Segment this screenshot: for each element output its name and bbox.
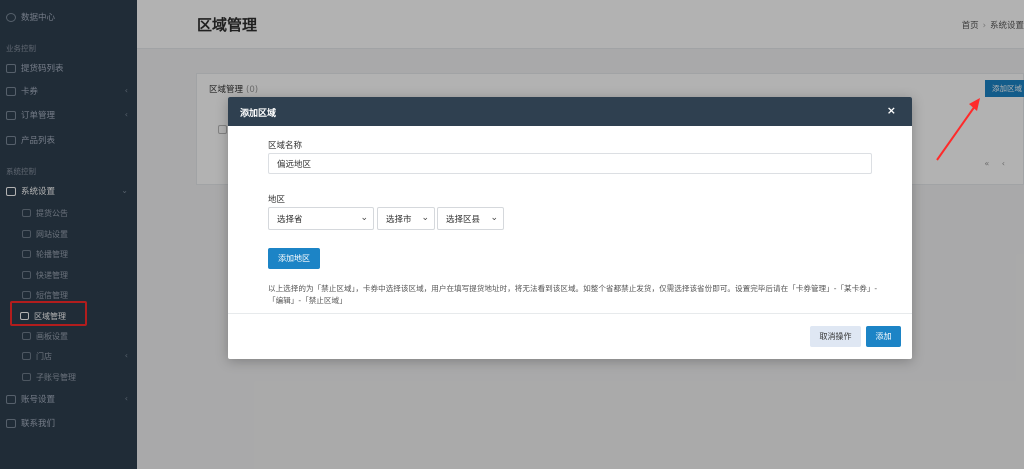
modal-divider — [228, 313, 912, 314]
add-area-button[interactable]: 添加地区 — [268, 248, 320, 269]
region-name-label: 区域名称 — [268, 141, 303, 151]
chevron-down-icon: ⌄ — [490, 213, 498, 223]
add-region-modal: 添加区域 × 区域名称 偏远地区 地区 选择省 ⌄ 选择市 ⌄ 选择区县 ⌄ 添… — [228, 97, 912, 359]
province-select[interactable]: 选择省 ⌄ — [268, 207, 374, 230]
help-note: 以上选择的为「禁止区域」，卡券中选择该区域，用户在填写提货地址时，将无法看到该区… — [268, 284, 878, 305]
cancel-button[interactable]: 取消操作 — [810, 326, 861, 347]
submit-add-button[interactable]: 添加 — [866, 326, 901, 347]
province-select-value: 选择省 — [277, 214, 303, 225]
chevron-down-icon: ⌄ — [360, 213, 368, 223]
close-icon[interactable]: × — [887, 104, 896, 117]
city-select[interactable]: 选择市 ⌄ — [377, 207, 435, 230]
modal-title: 添加区域 — [240, 109, 277, 119]
district-select-value: 选择区县 — [446, 214, 481, 225]
area-label: 地区 — [268, 195, 286, 205]
district-select[interactable]: 选择区县 ⌄ — [437, 207, 504, 230]
chevron-down-icon: ⌄ — [421, 213, 429, 223]
modal-header: 添加区域 × — [228, 97, 912, 126]
region-name-input[interactable]: 偏远地区 — [268, 153, 872, 174]
city-select-value: 选择市 — [386, 214, 412, 225]
